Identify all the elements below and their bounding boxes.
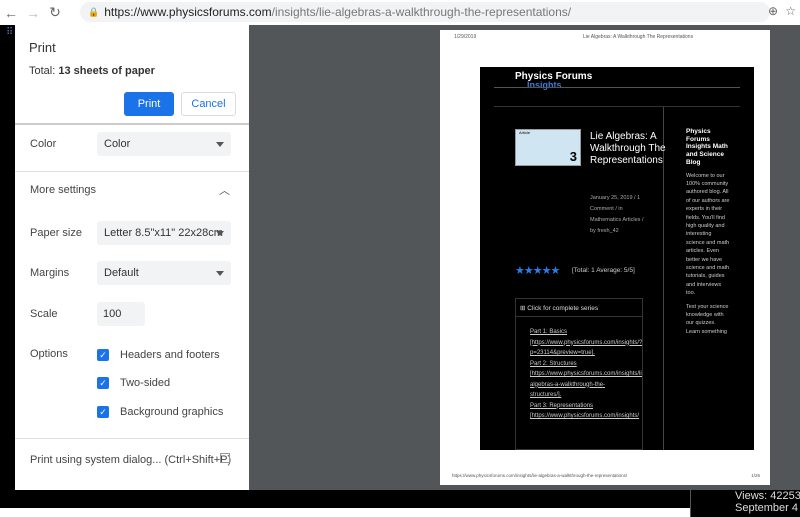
thumb-number: 3 xyxy=(569,149,577,164)
series-box: ⊞ Click for complete series Part 1: Basi… xyxy=(515,298,643,450)
series-link: algebras-a-walkthrough-the- xyxy=(530,381,606,388)
dropdown-arrow-icon xyxy=(216,142,224,147)
bookmark-star-icon[interactable]: ☆ xyxy=(785,4,796,18)
series-link: [https://www.physicsforums.com/insights/… xyxy=(530,339,643,346)
color-label: Color xyxy=(30,138,57,150)
print-settings-panel: Print Total: 13 sheets of paper Print Ca… xyxy=(15,25,249,490)
paper-size-value: Letter 8.5"x11" 22x28cm xyxy=(104,227,223,239)
headers-footers-checkbox[interactable]: ✓ xyxy=(97,349,109,361)
address-bar[interactable]: 🔒 https://www.physicsforums.com/insights… xyxy=(80,2,770,22)
total-value: 13 sheets of paper xyxy=(58,65,155,77)
total-sheets: Total: 13 sheets of paper xyxy=(29,65,155,77)
series-link: [https://www.physicsforums.com/insights/ xyxy=(530,413,640,419)
sidebar-text: Welcome to our 100% community authored b… xyxy=(686,172,730,297)
divider xyxy=(494,106,740,107)
divider xyxy=(15,123,249,125)
two-sided-checkbox[interactable]: ✓ xyxy=(97,377,109,389)
open-external-icon[interactable] xyxy=(220,453,230,463)
scale-input[interactable]: 100 xyxy=(97,302,145,326)
print-preview-area: 1/29/2019 Lie Algebras: A Walkthrough Th… xyxy=(249,25,800,490)
print-button[interactable]: Print xyxy=(124,92,174,116)
header-title: Lie Algebras: A Walkthrough The Represen… xyxy=(583,34,694,40)
total-prefix: Total: xyxy=(29,65,59,77)
color-value: Color xyxy=(104,138,131,150)
back-icon[interactable]: ← xyxy=(0,5,22,21)
url-host: https://www.physicsforums.com xyxy=(104,5,272,19)
divider xyxy=(15,438,249,439)
margins-value: Default xyxy=(104,267,139,279)
dropdown-arrow-icon xyxy=(216,231,224,236)
margins-select[interactable]: Default xyxy=(97,261,231,285)
background-graphics-label: Background graphics xyxy=(120,406,224,418)
series-link: Part 2: Structures xyxy=(530,360,577,367)
system-dialog-link[interactable]: Print using system dialog... (Ctrl+Shift… xyxy=(30,454,231,466)
zoom-icon[interactable]: ⊕ xyxy=(768,4,778,18)
rating-text: [Total: 1 Average: 5/5] xyxy=(572,267,635,274)
views-text: Views: 42253 xyxy=(735,490,800,502)
chevron-up-icon[interactable]: ︿ xyxy=(219,182,230,198)
article-meta: January 25, 2019 / 1 Comment / in Mathem… xyxy=(590,195,644,234)
browser-toolbar: ← → ↻ 🔒 https://www.physicsforums.com/in… xyxy=(0,0,800,25)
more-settings-toggle[interactable]: More settings xyxy=(30,184,96,196)
page-number: 1/26 xyxy=(751,473,760,478)
series-link: [https://www.physicsforums.com/insights/… xyxy=(530,371,643,377)
sidebar: Physics Forums Insights Math and Science… xyxy=(686,128,731,336)
sidebar-text-2: Test your science knowledge with our qui… xyxy=(686,303,729,335)
date-text: September 4 xyxy=(735,502,798,514)
article-title: Lie Algebras: A Walkthrough The Represen… xyxy=(590,131,666,166)
divider xyxy=(15,171,249,172)
series-link: p=23114&preview=true]. xyxy=(530,350,595,356)
background-views: Views: 42253 September 4 xyxy=(690,490,800,517)
series-link: Part 1: Basics xyxy=(530,329,568,335)
color-select[interactable]: Color xyxy=(97,132,231,156)
series-head: Click for complete series xyxy=(527,305,599,312)
scale-label: Scale xyxy=(30,308,58,320)
margins-label: Margins xyxy=(30,267,70,279)
page-content: Physics Forums Insights Article 3 Lie Alge… xyxy=(480,67,754,450)
divider xyxy=(494,87,740,88)
page-bottom xyxy=(0,508,690,517)
options-label: Options xyxy=(30,348,68,360)
apps-icon[interactable]: ⠿ xyxy=(6,27,13,38)
print-title: Print xyxy=(29,40,56,55)
sidebar-title: Physics Forums Insights Math and Science… xyxy=(686,128,728,166)
preview-page: 1/29/2019 Lie Algebras: A Walkthrough Th… xyxy=(440,30,770,485)
header-date: 1/29/2019 xyxy=(454,34,477,40)
dropdown-arrow-icon xyxy=(216,271,224,276)
paper-size-label: Paper size xyxy=(30,227,82,239)
paper-size-select[interactable]: Letter 8.5"x11" 22x28cm xyxy=(97,221,231,245)
series-link: structures/]. xyxy=(530,392,562,398)
lock-icon: 🔒 xyxy=(88,6,100,17)
two-sided-label: Two-sided xyxy=(120,377,171,389)
cancel-button[interactable]: Cancel xyxy=(181,92,236,116)
background-graphics-checkbox[interactable]: ✓ xyxy=(97,406,109,418)
series-link: Part 3: Representations xyxy=(530,402,594,409)
reload-icon[interactable]: ↻ xyxy=(44,4,66,21)
forward-icon[interactable]: → xyxy=(22,5,44,21)
url-path: /insights/lie-algebras-a-walkthrough-the… xyxy=(271,5,572,19)
headers-footers-label: Headers and footers xyxy=(120,349,220,361)
article-thumbnail: Article 3 xyxy=(515,129,581,166)
series-toggle: ⊞ Click for complete series xyxy=(516,299,642,317)
footer-url: https://www.physicsforums.com/insights/l… xyxy=(452,473,628,478)
series-links: Part 1: Basics [https://www.physicsforum… xyxy=(516,317,642,422)
thumb-label: Article xyxy=(519,130,531,135)
